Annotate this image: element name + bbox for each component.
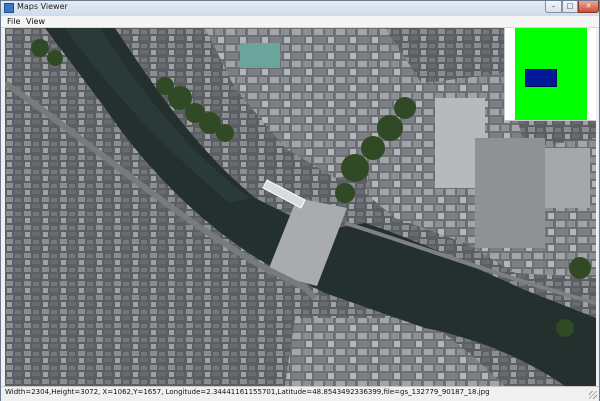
title-bar[interactable]: Maps Viewer – □ ✕ (1, 1, 599, 16)
app-icon (4, 3, 14, 13)
menu-view[interactable]: View (26, 16, 45, 27)
map-canvas[interactable] (5, 28, 596, 386)
status-text: Width=2304,Height=3072, X=1062,Y=1657, L… (5, 388, 490, 396)
maximize-button[interactable]: □ (562, 1, 578, 13)
app-window: Maps Viewer – □ ✕ File View Width=2304,H… (0, 0, 600, 401)
menu-file[interactable]: File (7, 16, 20, 27)
window-title: Maps Viewer (17, 2, 68, 11)
resize-grip-icon[interactable] (589, 391, 597, 399)
close-button[interactable]: ✕ (578, 1, 599, 13)
minimize-button[interactable]: – (545, 1, 562, 13)
minimap[interactable] (504, 28, 596, 121)
menu-bar: File View (1, 16, 599, 28)
minimap-viewport-indicator[interactable] (525, 69, 557, 87)
status-bar: Width=2304,Height=3072, X=1062,Y=1657, L… (1, 386, 599, 401)
